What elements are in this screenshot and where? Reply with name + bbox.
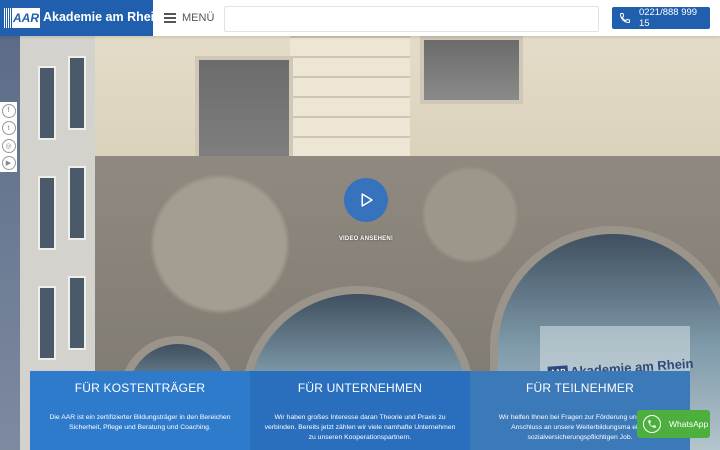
video-play-button[interactable] [344, 178, 388, 222]
site-logo[interactable]: AAR Akademie am Rhein [0, 0, 162, 36]
play-icon [361, 193, 373, 207]
video-label[interactable]: VIDEO ANSEHEN! [330, 236, 402, 242]
audience-cards: FÜR KOSTENTRÄGER Die AAR ist ein zertifi… [30, 371, 690, 450]
card-unternehmen[interactable]: FÜR UNTERNEHMEN Wir haben großes Interes… [250, 371, 470, 450]
building-window [38, 286, 56, 360]
facebook-icon[interactable]: f [1, 103, 16, 118]
menu-label: MENÜ [182, 12, 215, 24]
card-kostentraeger[interactable]: FÜR KOSTENTRÄGER Die AAR ist ein zertifi… [30, 371, 250, 450]
card-title: FÜR UNTERNEHMEN [297, 381, 423, 395]
building-window [68, 276, 86, 350]
search-input[interactable] [224, 6, 599, 32]
phone-icon [618, 11, 632, 25]
facade-window [420, 36, 523, 104]
logo-name: Akademie am Rhein [43, 10, 162, 24]
hamburger-icon [164, 13, 176, 23]
building-window [38, 66, 56, 140]
youtube-icon[interactable]: ▶ [1, 156, 16, 171]
logo-mark: AAR [12, 8, 40, 28]
whatsapp-button[interactable]: WhatsApp [637, 410, 710, 438]
card-title: FÜR TEILNEHMER [526, 381, 634, 395]
instagram-icon[interactable]: ◎ [1, 138, 16, 153]
site-header: AAR Akademie am Rhein MENÜ 0221/888 999 … [0, 0, 720, 36]
building-window [38, 176, 56, 250]
card-text: Die AAR ist ein zertifizierter Bildungst… [49, 414, 231, 431]
building-window [68, 166, 86, 240]
logo-stripes [4, 8, 12, 28]
building-window [68, 56, 86, 130]
card-text: Wir haben großes Interesse daran Theorie… [264, 414, 456, 441]
card-title: FÜR KOSTENTRÄGER [74, 381, 206, 395]
social-bar: f t ◎ ▶ [0, 102, 17, 172]
phone-number: 0221/888 999 15 [638, 7, 698, 29]
brick-wall [290, 36, 410, 176]
twitter-icon[interactable]: t [1, 121, 16, 136]
menu-button[interactable]: MENÜ [164, 11, 214, 25]
phone-button[interactable]: 0221/888 999 15 [612, 7, 710, 29]
whatsapp-label: WhatsApp [669, 419, 709, 429]
whatsapp-icon [643, 415, 661, 433]
